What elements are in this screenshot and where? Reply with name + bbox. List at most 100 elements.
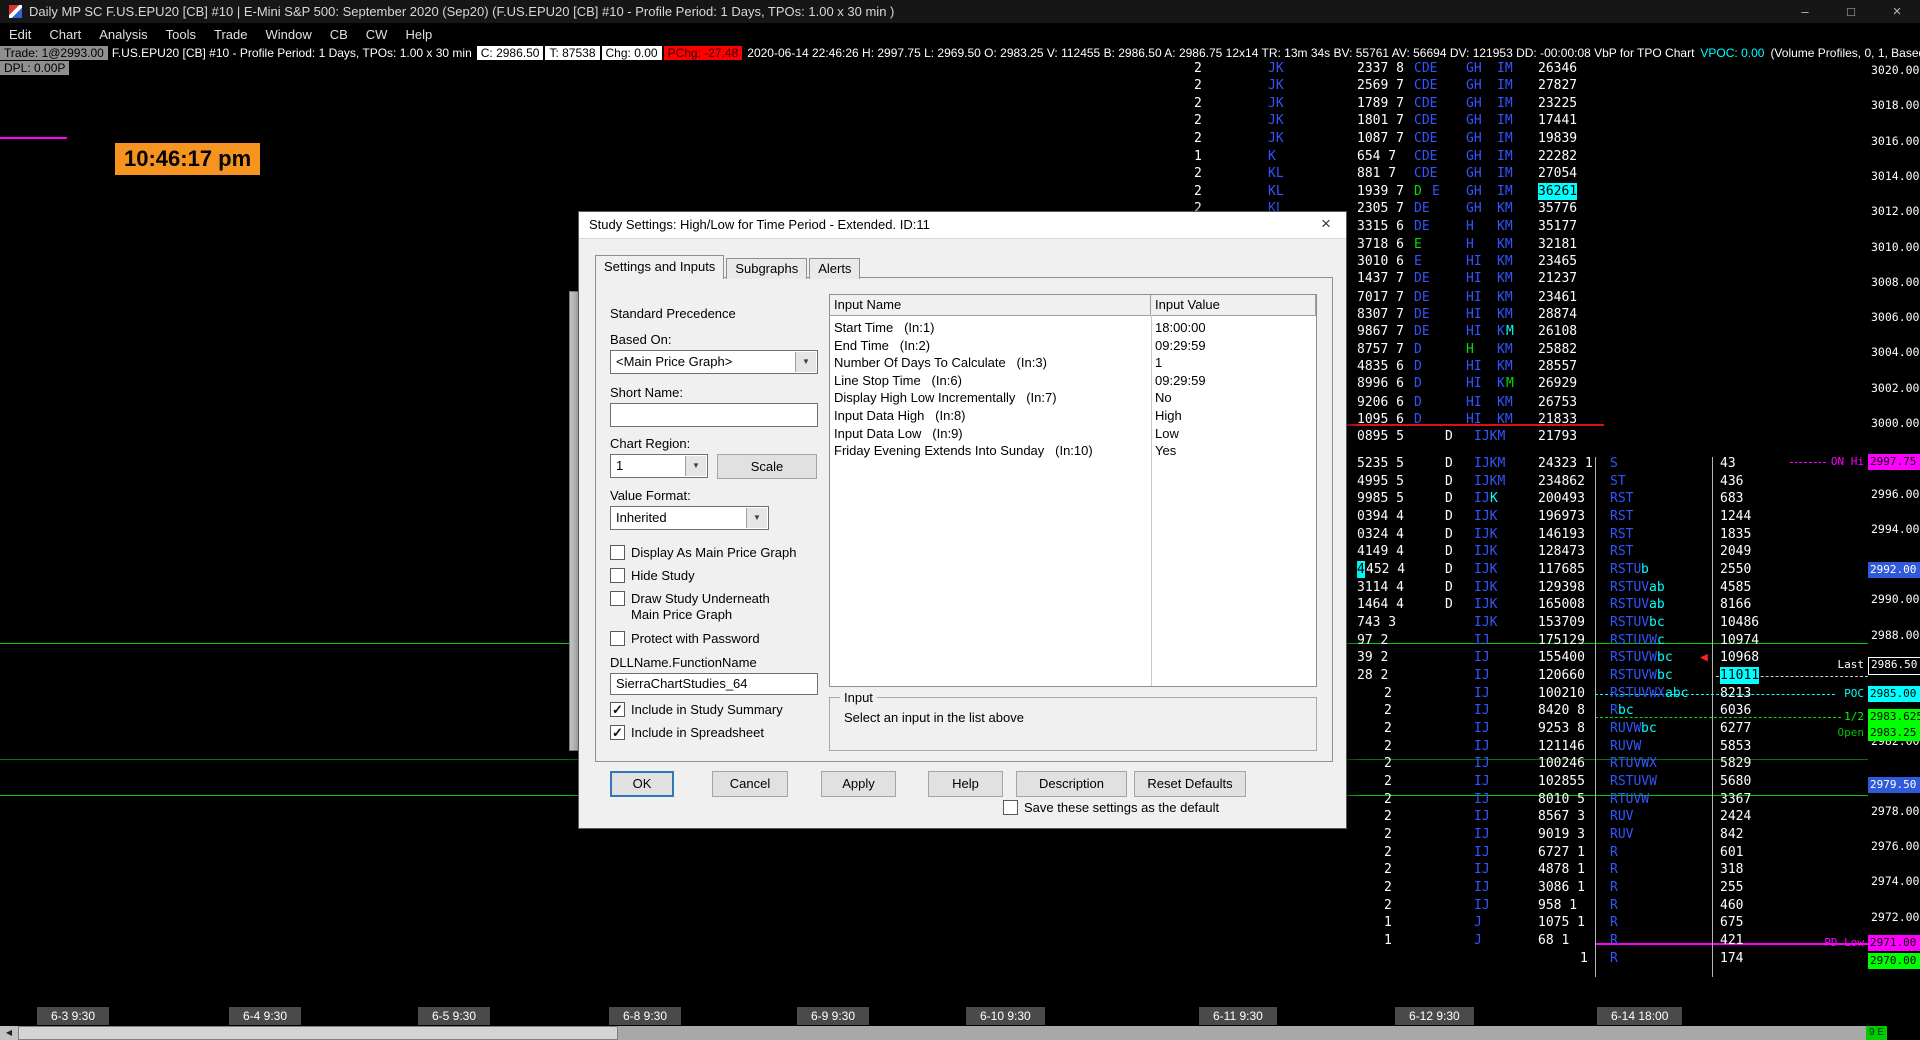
- tpo-cell: 23225: [1538, 96, 1578, 111]
- ok-button[interactable]: OK: [610, 771, 674, 797]
- scroll-thumb[interactable]: [18, 1026, 618, 1040]
- tpo-cell: 9985 5: [1357, 491, 1404, 506]
- chevron-down-icon[interactable]: ▼: [746, 508, 767, 528]
- inputs-table[interactable]: Input Name Input Value Start Time (In:1) 1…: [829, 294, 1317, 687]
- input-value: Low: [1155, 425, 1179, 441]
- price-line-label-pd-low: PD Low: [1824, 936, 1864, 949]
- tpo-cell: 2: [1194, 131, 1202, 146]
- scroll-left-arrow-icon[interactable]: ◀: [0, 1026, 19, 1040]
- tpo-cell: ST: [1610, 474, 1626, 489]
- tpo-cell: GH: [1466, 149, 1482, 164]
- checkbox-save-as-default[interactable]: Save these settings as the default: [1003, 800, 1303, 816]
- tpo-cell: 2: [1384, 862, 1392, 877]
- tpo-cell: 9206 6: [1357, 395, 1404, 410]
- short-name-label: Short Name:: [610, 385, 683, 400]
- chart-region-select[interactable]: 1 ▼: [610, 454, 708, 478]
- tab-settings-and-inputs[interactable]: Settings and Inputs: [595, 255, 725, 279]
- scale-button[interactable]: Scale: [717, 454, 817, 479]
- input-row[interactable]: Input Data High (In:8) High: [830, 407, 1316, 424]
- short-name-input[interactable]: [610, 403, 818, 427]
- input-row[interactable]: End Time (In:2) 09:29:59: [830, 337, 1316, 354]
- input-row[interactable]: Start Time (In:1) 18:00:00: [830, 319, 1316, 336]
- checkbox-label: Protect with Password: [631, 631, 760, 646]
- price-label: 3006.00: [1871, 310, 1920, 324]
- tpo-cell: ab: [1649, 580, 1665, 595]
- price-label: 2974.00: [1871, 874, 1920, 888]
- tpo-cell: KM: [1497, 219, 1513, 234]
- price-box-on-high: 2997.75: [1868, 454, 1920, 470]
- chevron-down-icon[interactable]: ▼: [685, 456, 706, 476]
- tpo-cell: RUVW: [1610, 721, 1642, 736]
- checkbox-draw-study-underneath[interactable]: Draw Study Underneath Main Price Graph: [610, 591, 785, 623]
- checkbox-box[interactable]: ✓: [610, 725, 625, 740]
- checkbox-protect-with-password[interactable]: Protect with Password: [610, 631, 840, 647]
- tpo-cell: HI: [1466, 271, 1482, 286]
- tpo-cell: 881 7: [1357, 166, 1397, 181]
- checkbox-include-in-spreadsheet[interactable]: ✓ Include in Spreadsheet: [610, 725, 840, 741]
- tpo-cell: 2305 7: [1357, 201, 1404, 216]
- tpo-cell: CDE: [1414, 166, 1438, 181]
- tpo-cell: IJ: [1474, 739, 1490, 754]
- tpo-cell: CDE: [1414, 131, 1438, 146]
- reset-defaults-button[interactable]: Reset Defaults: [1134, 771, 1246, 797]
- tpo-cell: RSTU: [1610, 562, 1642, 577]
- tpo-cell: 5853: [1720, 739, 1752, 754]
- price-line-label-last-price: Last: [1837, 658, 1865, 671]
- column-header[interactable]: Input Value: [1151, 295, 1316, 315]
- tpo-cell: 1801 7: [1357, 113, 1404, 128]
- tpo-cell: IM: [1497, 184, 1513, 199]
- tpo-cell: HI: [1466, 254, 1482, 269]
- input-row[interactable]: Line Stop Time (In:6) 09:29:59: [830, 372, 1316, 389]
- tpo-cell: D: [1445, 597, 1453, 612]
- input-row[interactable]: Number Of Days To Calculate (In:3) 1: [830, 354, 1316, 371]
- apply-button[interactable]: Apply: [821, 771, 896, 797]
- checkbox-display-as-main-price-graph[interactable]: Display As Main Price Graph: [610, 545, 840, 561]
- tpo-cell: 452 4: [1366, 562, 1406, 577]
- tpo-cell: H: [1466, 342, 1474, 357]
- tab-alerts[interactable]: Alerts: [809, 258, 861, 279]
- checkbox-box[interactable]: [610, 591, 625, 606]
- checkbox-box[interactable]: [610, 631, 625, 646]
- tpo-cell: 153709: [1538, 615, 1585, 630]
- price-label: 3018.00: [1871, 98, 1920, 112]
- input-row[interactable]: Input Data Low (In:9) Low: [830, 425, 1316, 442]
- tpo-cell: GH: [1466, 96, 1482, 111]
- checkbox-hide-study[interactable]: Hide Study: [610, 568, 840, 584]
- tab-subgraphs[interactable]: Subgraphs: [726, 258, 808, 279]
- dialog-close-icon[interactable]: ×: [1306, 212, 1346, 238]
- input-row[interactable]: Friday Evening Extends Into Sunday (In:1…: [830, 442, 1316, 459]
- value-format-select[interactable]: Inherited ▼: [610, 506, 769, 530]
- tpo-cell: 2: [1384, 703, 1392, 718]
- tpo-cell: c: [1657, 633, 1665, 648]
- input-row[interactable]: Display High Low Incrementally (In:7) No: [830, 389, 1316, 406]
- based-on-select[interactable]: <Main Price Graph> ▼: [610, 350, 818, 374]
- chevron-down-icon[interactable]: ▼: [795, 352, 816, 372]
- tpo-cell: R: [1610, 898, 1618, 913]
- description-button[interactable]: Description: [1016, 771, 1127, 797]
- checkbox-box[interactable]: ✓: [610, 702, 625, 717]
- based-on-label: Based On:: [610, 332, 672, 347]
- checkbox-box[interactable]: [610, 545, 625, 560]
- tpo-cell: RUVW: [1610, 739, 1642, 754]
- checkbox-box[interactable]: [1003, 800, 1018, 815]
- checkbox-label: Display As Main Price Graph: [631, 545, 797, 560]
- tpo-cell: 1: [1194, 149, 1202, 164]
- tpo-cell: RSTUV: [1610, 580, 1650, 595]
- price-box-session-low: 2970.00: [1868, 953, 1920, 969]
- cancel-button[interactable]: Cancel: [712, 771, 788, 797]
- checkbox-box[interactable]: [610, 568, 625, 583]
- column-header[interactable]: Input Name: [830, 295, 1151, 315]
- dll-function-input[interactable]: [610, 673, 818, 695]
- tpo-cell: 2: [1384, 686, 1392, 701]
- tpo-cell: D: [1445, 527, 1453, 542]
- price-label: 3020.00: [1871, 63, 1920, 77]
- tpo-cell: 4995 5: [1357, 474, 1404, 489]
- horizontal-scrollbar[interactable]: ◀: [0, 1026, 1868, 1040]
- tpo-cell: 43: [1720, 456, 1736, 471]
- checkbox-include-in-study-summary[interactable]: ✓ Include in Study Summary: [610, 702, 840, 718]
- tpo-cell: 3086 1: [1538, 880, 1585, 895]
- tpo-cell: 21793: [1538, 429, 1578, 444]
- help-button[interactable]: Help: [928, 771, 1003, 797]
- tpo-cell: IM: [1497, 166, 1513, 181]
- tpo-cell: IJK: [1474, 615, 1498, 630]
